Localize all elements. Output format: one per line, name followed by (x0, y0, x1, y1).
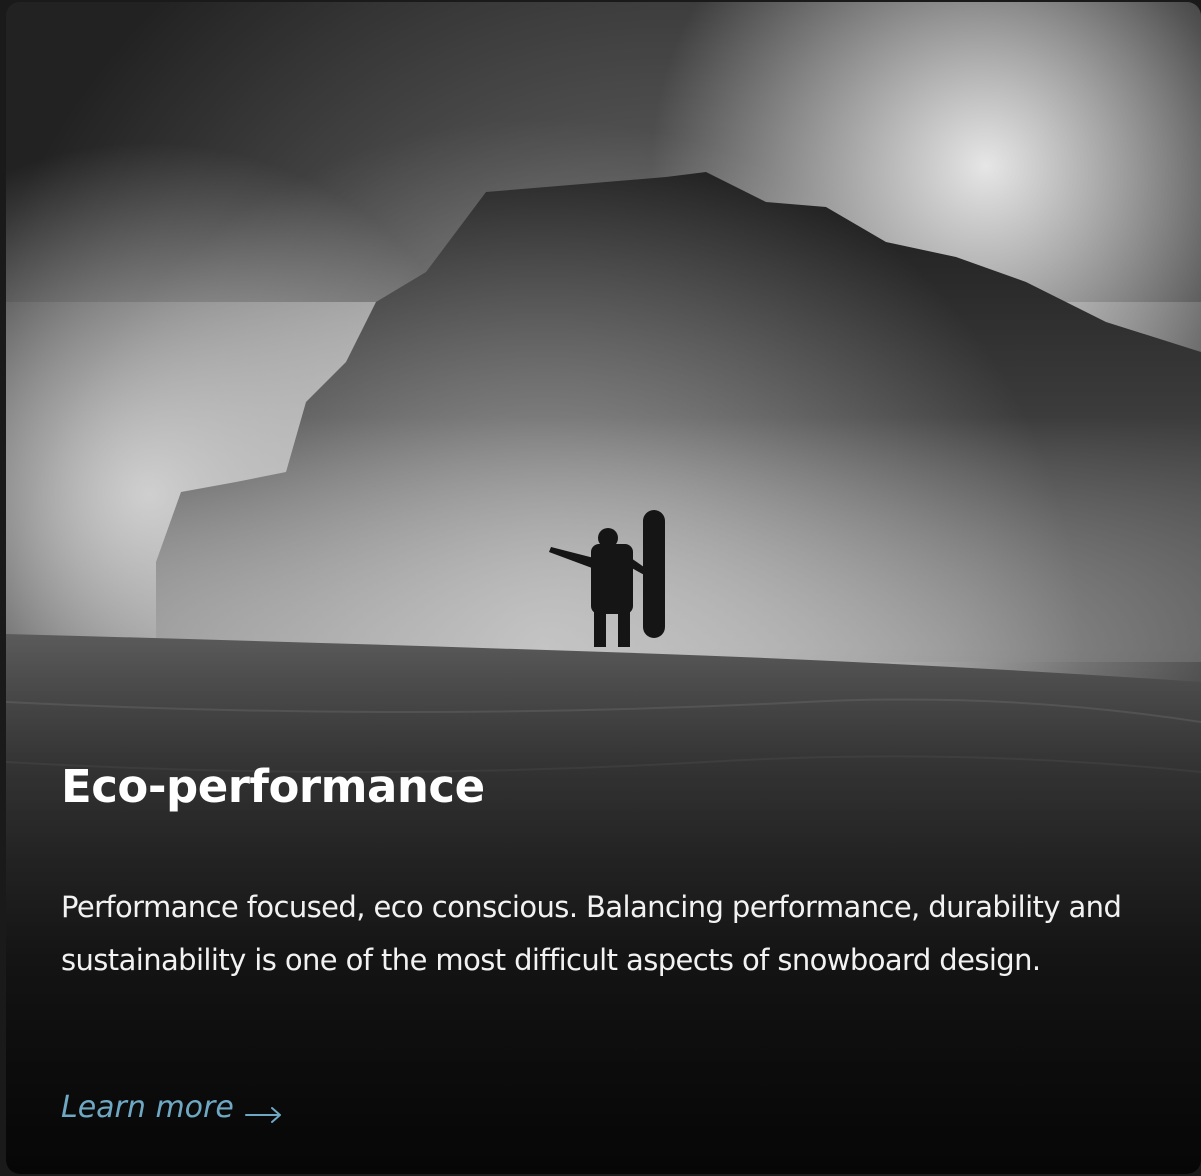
card-title: Eco-performance (61, 760, 485, 813)
feature-card: Eco-performance Performance focused, eco… (6, 2, 1201, 1174)
card-content: Eco-performance Performance focused, eco… (61, 757, 1161, 987)
arrow-right-icon (244, 1098, 284, 1123)
learn-more-link[interactable]: Learn more (61, 1090, 284, 1125)
card-description: Performance focused, eco conscious. Bala… (61, 890, 1122, 977)
hero-photo (6, 2, 1201, 1174)
learn-more-label: Learn more (61, 1090, 234, 1125)
